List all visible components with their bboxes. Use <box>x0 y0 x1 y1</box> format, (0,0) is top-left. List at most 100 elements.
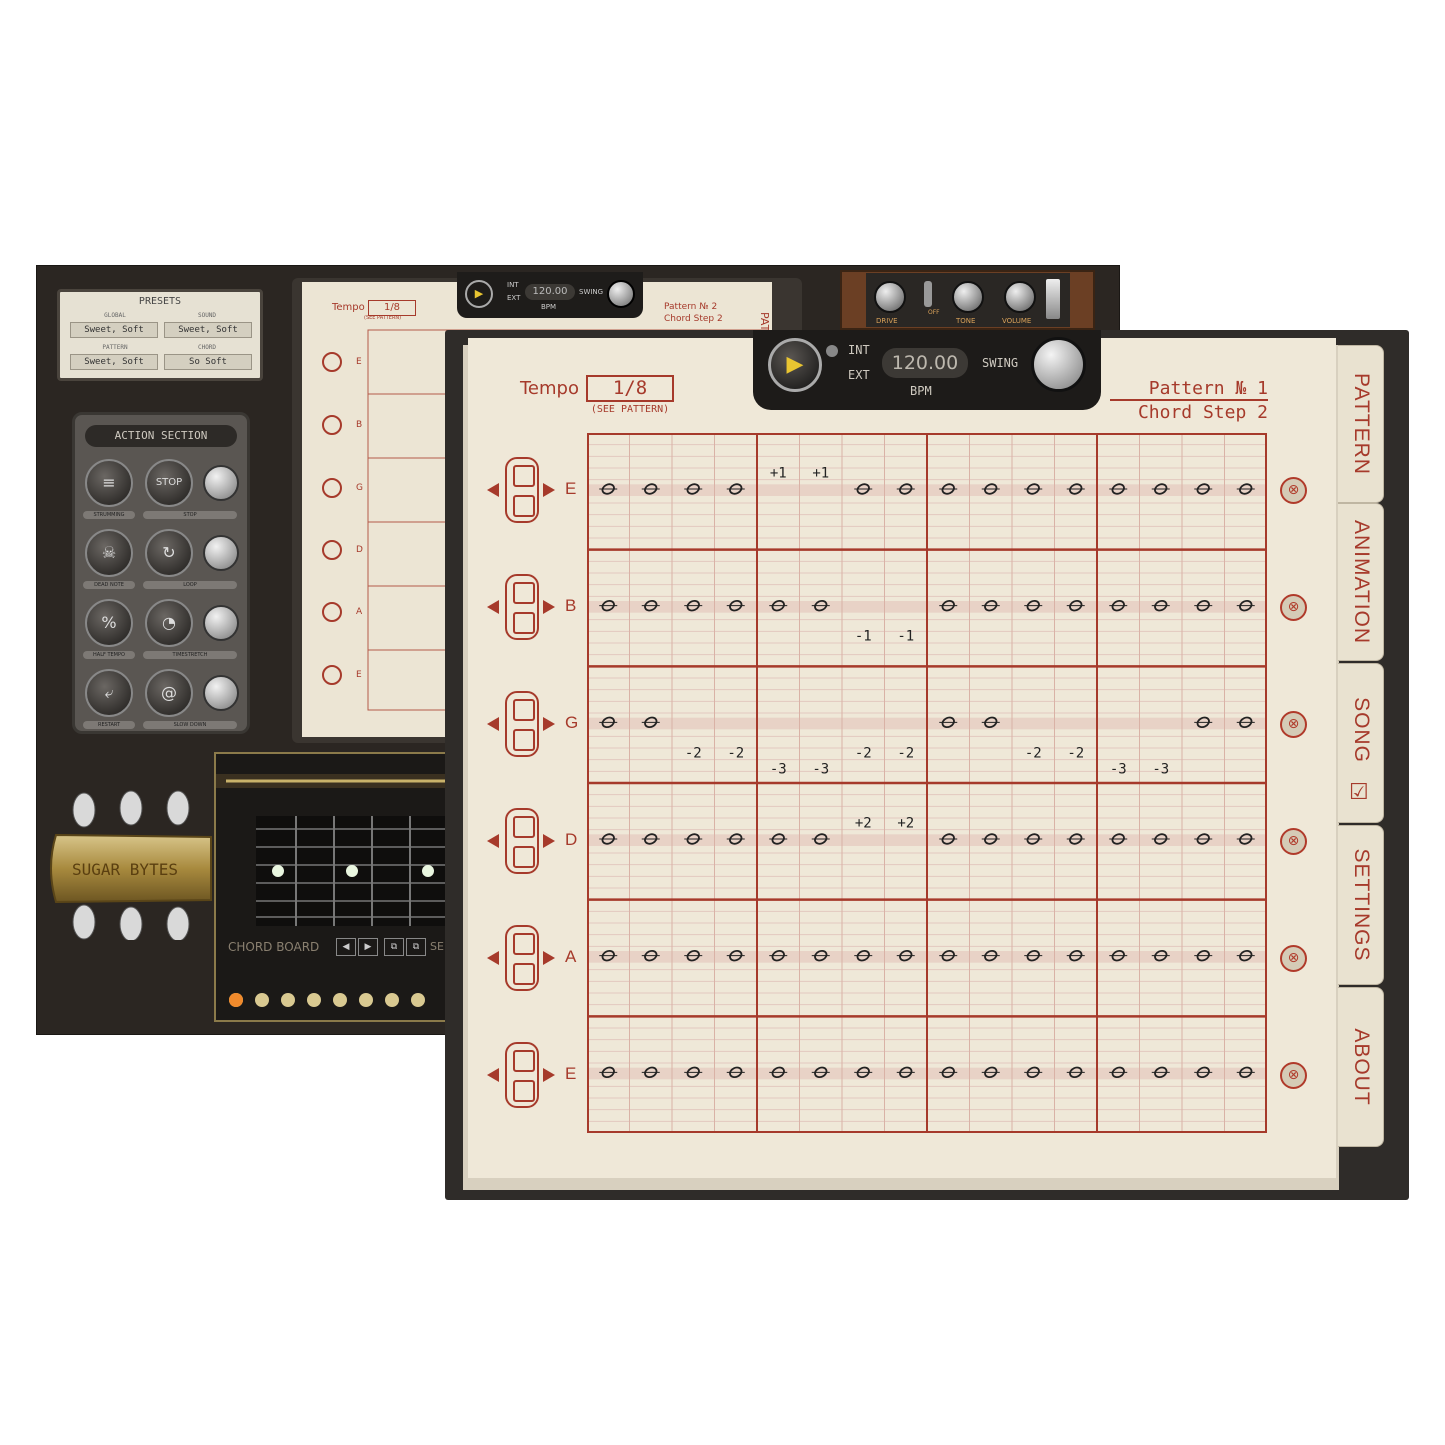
chord-board-label: CHORD BOARD <box>228 940 320 954</box>
shift-left-icon[interactable] <box>487 483 499 497</box>
preset-pattern-label: PATTERN <box>102 344 128 351</box>
preset-chord-select[interactable]: So Soft <box>164 354 252 370</box>
ext-sync-label[interactable]: EXT <box>848 368 870 382</box>
preset-global-label: GLOBAL <box>104 312 126 319</box>
string-label: D <box>565 830 578 849</box>
shift-right-icon[interactable] <box>543 834 555 848</box>
bg-string-label-e1: E <box>356 357 362 367</box>
string-label: E <box>565 1064 577 1083</box>
dead-note-label: DEAD NOTE <box>83 581 135 589</box>
bg-swing-label: SWING <box>579 288 604 296</box>
swing-knob[interactable] <box>1031 337 1086 392</box>
shift-left-icon[interactable] <box>487 600 499 614</box>
half-tempo-button[interactable]: % <box>85 599 133 647</box>
preset-pattern-select[interactable]: Sweet, Soft <box>70 354 158 370</box>
timestretch-button[interactable]: ◔ <box>145 599 193 647</box>
restart-button[interactable]: ⤶ <box>85 669 133 717</box>
copy-paste-icon[interactable] <box>505 691 539 757</box>
tab-settings[interactable]: SETTINGS <box>1338 825 1384 985</box>
shift-left-icon[interactable] <box>487 951 499 965</box>
action-knob-3[interactable] <box>203 605 239 641</box>
preset-global-select[interactable]: Sweet, Soft <box>70 322 158 338</box>
loop-button[interactable]: ↻ <box>145 529 193 577</box>
tab-about[interactable]: ABOUT <box>1338 987 1384 1147</box>
sugar-bytes-logo-text: SUGAR BYTES <box>72 860 178 879</box>
tab-animation[interactable]: ANIMATION <box>1338 503 1384 661</box>
shift-right-icon[interactable] <box>543 1068 555 1082</box>
chord-copy-button[interactable]: ⧉ <box>384 938 404 956</box>
copy-paste-icon[interactable] <box>505 808 539 874</box>
shift-left-icon[interactable] <box>487 834 499 848</box>
pattern-number[interactable]: Pattern № 1 <box>1110 378 1268 401</box>
drive-knob[interactable] <box>874 281 906 313</box>
shift-left-icon[interactable] <box>487 1068 499 1082</box>
tab-pattern-label: PATTERN <box>1349 373 1373 475</box>
string-mute-button[interactable]: ⊗ <box>1280 711 1307 738</box>
pitch-modifier: -3 <box>1110 762 1127 778</box>
action-section-panel: ACTION SECTION ≡ STOP STRUMMING STOP ☠ ↻… <box>72 412 250 734</box>
fretboard-panel: CHORD BOARD ◀ ▶ ⧉ ⧉ SE <box>214 752 454 1022</box>
shift-left-icon[interactable] <box>487 717 499 731</box>
copy-paste-icon[interactable] <box>505 457 539 523</box>
bg-string-label-a: A <box>356 607 363 617</box>
preset-sound-select[interactable]: Sweet, Soft <box>164 322 252 338</box>
chord-step[interactable]: Chord Step 2 <box>1110 402 1268 423</box>
string-mute-button[interactable]: ⊗ <box>1280 828 1307 855</box>
presets-panel: PRESETS GLOBAL SOUND Sweet, Soft Sweet, … <box>57 289 263 381</box>
shift-right-icon[interactable] <box>543 717 555 731</box>
pitch-modifier: -2 <box>727 745 744 761</box>
step-grid[interactable]: +1 +1 -1 -1 -2 -2 -3 -3 -2 -2 -2 -2 -3 -3 +2 +2 <box>587 433 1267 1133</box>
volume-knob[interactable] <box>1004 281 1036 313</box>
shift-right-icon[interactable] <box>543 600 555 614</box>
chord-next-button[interactable]: ▶ <box>358 938 378 956</box>
tab-pattern[interactable]: PATTERN <box>1338 345 1384 503</box>
string-mute-button[interactable]: ⊗ <box>1280 1062 1307 1089</box>
pitch-modifier: -2 <box>685 745 702 761</box>
chord-board-set-label: SE <box>430 940 444 953</box>
slow-down-button[interactable]: @ <box>145 669 193 717</box>
shift-right-icon[interactable] <box>543 483 555 497</box>
play-button[interactable]: ▶ <box>768 338 822 392</box>
swing-label: SWING <box>982 356 1019 370</box>
pitch-modifier: -2 <box>855 745 872 761</box>
tone-label: TONE <box>956 317 976 325</box>
slow-down-label: SLOW DOWN <box>143 721 237 729</box>
string-mute-button[interactable]: ⊗ <box>1280 945 1307 972</box>
bg-play-button[interactable]: ▶ <box>465 280 493 308</box>
tone-knob[interactable] <box>952 281 984 313</box>
string-mute-button[interactable]: ⊗ <box>1280 477 1307 504</box>
pitch-modifier: +1 <box>812 465 829 481</box>
chord-paste-button[interactable]: ⧉ <box>406 938 426 956</box>
tempo-select[interactable]: 1/8 <box>586 375 674 402</box>
bg-swing-knob[interactable] <box>607 280 635 308</box>
amp-fader[interactable] <box>1046 279 1060 319</box>
strumming-button[interactable]: ≡ <box>85 459 133 507</box>
string-row-controls-a: A <box>487 901 587 1018</box>
song-enable-checkbox[interactable]: ☑ <box>1349 780 1369 805</box>
action-knob-2[interactable] <box>203 535 239 571</box>
dead-note-button[interactable]: ☠ <box>85 529 133 577</box>
shift-right-icon[interactable] <box>543 951 555 965</box>
copy-paste-icon[interactable] <box>505 574 539 640</box>
bg-string-label-g: G <box>356 483 363 493</box>
chord-prev-button[interactable]: ◀ <box>336 938 356 956</box>
pitch-modifier: -2 <box>1067 745 1084 761</box>
stop-button[interactable]: STOP <box>145 459 193 507</box>
copy-paste-icon[interactable] <box>505 1042 539 1108</box>
stop-label: STOP <box>143 511 237 519</box>
see-pattern-note: (SEE PATTERN) <box>590 404 670 415</box>
tab-song-label: SONG <box>1349 697 1373 764</box>
tab-settings-label: SETTINGS <box>1349 848 1373 962</box>
action-knob-1[interactable] <box>203 465 239 501</box>
copy-paste-icon[interactable] <box>505 925 539 991</box>
bpm-field[interactable]: 120.00 <box>882 348 968 378</box>
bg-bpm-value[interactable]: 120.00 <box>525 284 575 300</box>
amp-switch[interactable] <box>924 281 932 307</box>
action-knob-4[interactable] <box>203 675 239 711</box>
bg-int-label[interactable]: INT <box>507 281 519 289</box>
bg-ext-label[interactable]: EXT <box>507 294 520 302</box>
sync-switch[interactable] <box>826 345 838 357</box>
amp-face: DRIVE OFF TONE VOLUME <box>866 273 1070 327</box>
int-sync-label[interactable]: INT <box>848 343 870 357</box>
string-mute-button[interactable]: ⊗ <box>1280 594 1307 621</box>
